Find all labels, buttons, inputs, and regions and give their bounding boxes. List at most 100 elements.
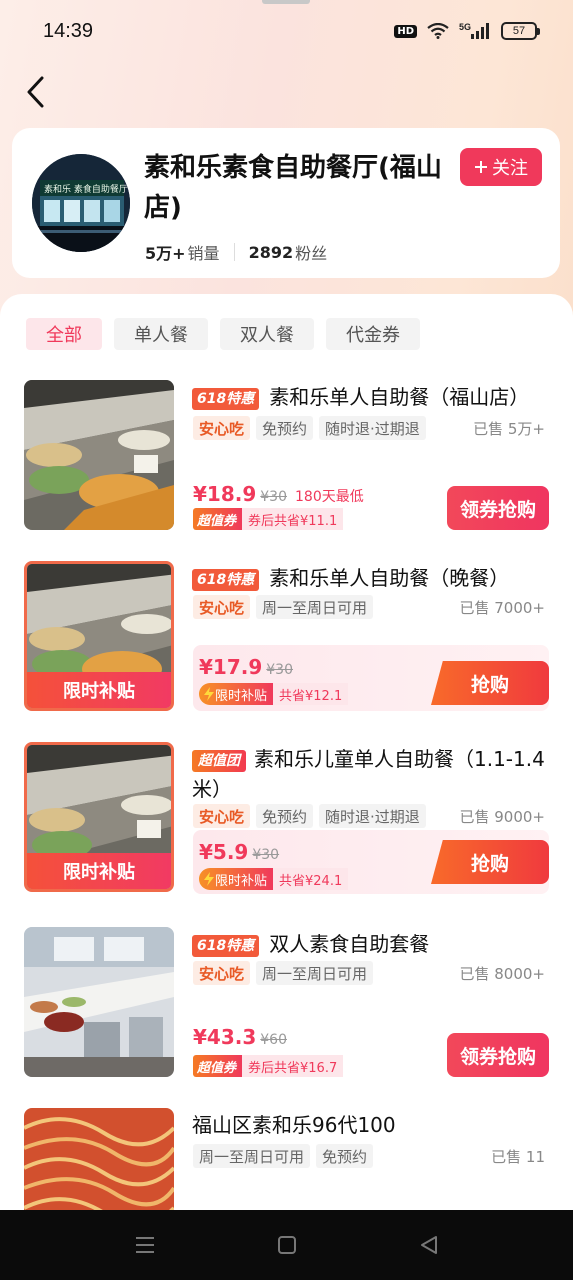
signal-5g-icon: 5G [459, 22, 489, 39]
subsidy-badge-text: 限时补贴 [215, 873, 268, 889]
chip: 随时退·过期退 [319, 416, 426, 440]
fans-value: 2892 [248, 242, 294, 262]
tab-voucher[interactable]: 代金券 [326, 318, 420, 350]
price-row: ¥17.9 ¥30 [199, 655, 293, 679]
promo-618-badge: 618特惠 [192, 934, 260, 957]
deal-item[interactable]: 618特惠 素和乐单人自助餐（福山店） 安心吃 免预约 随时退·过期退 已售 5万… [0, 380, 573, 550]
original-price: ¥30 [252, 847, 280, 863]
deal-price: ¥5.9 [199, 840, 249, 864]
tab-all[interactable]: 全部 [26, 318, 102, 350]
deal-thumbnail[interactable] [24, 380, 174, 530]
sales-value: 5万+ [145, 244, 186, 263]
deal-thumbnail[interactable]: 限时补贴 [24, 742, 174, 892]
promo-618-badge: 618特惠 [192, 568, 260, 591]
deal-chips: 周一至周日可用 免预约 [193, 1144, 374, 1168]
sold-count: 已售 8000+ [459, 965, 545, 983]
deal-chips: 安心吃 免预约 随时退·过期退 [193, 416, 426, 440]
subsidy-badge: 限时补贴 [199, 683, 274, 705]
store-avatar[interactable]: 素和乐 素食自助餐厅 [32, 154, 130, 252]
coupon-row: 超值券 券后共省¥16.7 [193, 1055, 344, 1077]
lowest-price-note: 180天最低 [295, 489, 364, 505]
status-time: 14:39 [43, 20, 94, 42]
buy-button[interactable]: 抢购 [431, 840, 549, 884]
wifi-icon [427, 23, 449, 39]
subsidy-saving: 共省¥24.1 [273, 868, 349, 890]
safe-chip: 安心吃 [193, 416, 251, 440]
sold-count: 已售 5万+ [473, 420, 545, 438]
back-arrow-icon[interactable] [22, 74, 52, 110]
plus-icon [475, 161, 487, 173]
deal-title: 618特惠 素和乐单人自助餐（晚餐） [192, 563, 552, 593]
coupon-saving: 券后共省¥11.1 [242, 508, 344, 530]
safe-chip: 安心吃 [193, 804, 251, 828]
buffet-image [24, 380, 174, 530]
chip: 免预约 [256, 804, 314, 828]
store-card: 素和乐 素食自助餐厅 素和乐素食自助餐厅(福山店) 关注 5万+ 销量 2892… [12, 128, 560, 278]
coupon-buy-button[interactable]: 领券抢购 [447, 486, 549, 530]
subsidy-badge: 限时补贴 [199, 868, 274, 890]
promo-618-badge: 618特惠 [192, 387, 260, 410]
original-price: ¥30 [260, 489, 287, 505]
follow-label: 关注 [492, 158, 528, 179]
deal-chips: 安心吃 周一至周日可用 [193, 595, 374, 619]
coupon-saving: 券后共省¥16.7 [242, 1055, 344, 1077]
sold-count: 已售 7000+ [459, 599, 545, 617]
sales-label: 销量 [187, 244, 220, 263]
chip: 免预约 [316, 1144, 374, 1168]
status-bar: 14:39 HD 5G 57 [0, 18, 573, 48]
lightning-icon [204, 687, 214, 701]
deal-thumbnail[interactable]: 限时补贴 [24, 561, 174, 711]
coupon-badge: 超值券 [193, 1055, 243, 1077]
back-triangle-icon[interactable] [418, 1234, 440, 1256]
system-nav-bar [0, 1210, 573, 1280]
chip: 随时退·过期退 [319, 804, 426, 828]
deal-title-text: 素和乐单人自助餐（福山店） [269, 385, 530, 409]
deal-item[interactable]: 618特惠 双人素食自助套餐 安心吃 周一至周日可用 已售 8000+ ¥43.3… [0, 927, 573, 1097]
original-price: ¥60 [260, 1032, 287, 1048]
deal-title-text: 双人素食自助套餐 [269, 932, 430, 956]
price-row: ¥43.3 ¥60 [193, 1025, 287, 1049]
menu-icon[interactable] [134, 1234, 156, 1256]
deal-chips: 安心吃 免预约 随时退·过期退 [193, 804, 426, 828]
price-row: ¥5.9 ¥30 [199, 840, 279, 864]
safe-chip: 安心吃 [193, 595, 251, 619]
thumb-subsidy-label: 限时补贴 [27, 853, 171, 889]
deal-item[interactable]: 限时补贴 超值团 素和乐儿童单人自助餐（1.1-1.4米） 安心吃 免预约 随时退… [0, 742, 573, 912]
deal-price: ¥43.3 [193, 1025, 257, 1049]
coupon-row: 超值券 券后共省¥11.1 [193, 508, 344, 530]
noodle-image [24, 1108, 174, 1214]
follow-button[interactable]: 关注 [460, 148, 542, 186]
thumb-subsidy-label: 限时补贴 [27, 672, 171, 708]
battery-icon: 57 [501, 22, 540, 40]
buy-button[interactable]: 抢购 [431, 661, 549, 705]
tab-double[interactable]: 双人餐 [220, 318, 314, 350]
deal-item[interactable]: 福山区素和乐96代100 周一至周日可用 免预约 已售 11 [0, 1108, 573, 1214]
original-price: ¥30 [266, 662, 293, 678]
store-stats: 5万+ 销量 2892 粉丝 [145, 240, 327, 264]
deal-thumbnail[interactable] [24, 1108, 174, 1214]
tab-single[interactable]: 单人餐 [114, 318, 208, 350]
deal-chips: 安心吃 周一至周日可用 [193, 961, 374, 985]
chip: 周一至周日可用 [256, 595, 374, 619]
chip: 周一至周日可用 [193, 1144, 311, 1168]
deal-item[interactable]: 限时补贴 618特惠 素和乐单人自助餐（晚餐） 安心吃 周一至周日可用 已售 70… [0, 561, 573, 731]
coupon-badge: 超值券 [193, 508, 243, 530]
status-icons: HD 5G 57 [394, 22, 540, 40]
lightning-icon [204, 872, 214, 886]
home-square-icon[interactable] [276, 1234, 298, 1256]
deal-thumbnail[interactable] [24, 927, 174, 1077]
subsidy-badge-text: 限时补贴 [215, 688, 268, 704]
chip: 周一至周日可用 [256, 961, 374, 985]
top-handle [262, 0, 310, 4]
subsidy-panel: ¥17.9 ¥30 限时补贴 共省¥12.1 抢购 [193, 645, 549, 711]
deal-title: 福山区素和乐96代100 [192, 1113, 396, 1137]
store-name: 素和乐素食自助餐厅(福山店) [144, 153, 442, 223]
coupon-buy-button[interactable]: 领券抢购 [447, 1033, 549, 1077]
sold-count: 已售 9000+ [459, 808, 545, 826]
subsidy-row: 限时补贴 共省¥12.1 [199, 683, 349, 705]
safe-chip: 安心吃 [193, 961, 251, 985]
subsidy-panel: ¥5.9 ¥30 限时补贴 共省¥24.1 抢购 [193, 830, 549, 894]
sold-count: 已售 11 [491, 1148, 545, 1166]
price-row: ¥18.9 ¥30 180天最低 [193, 482, 364, 506]
subsidy-row: 限时补贴 共省¥24.1 [199, 868, 349, 890]
